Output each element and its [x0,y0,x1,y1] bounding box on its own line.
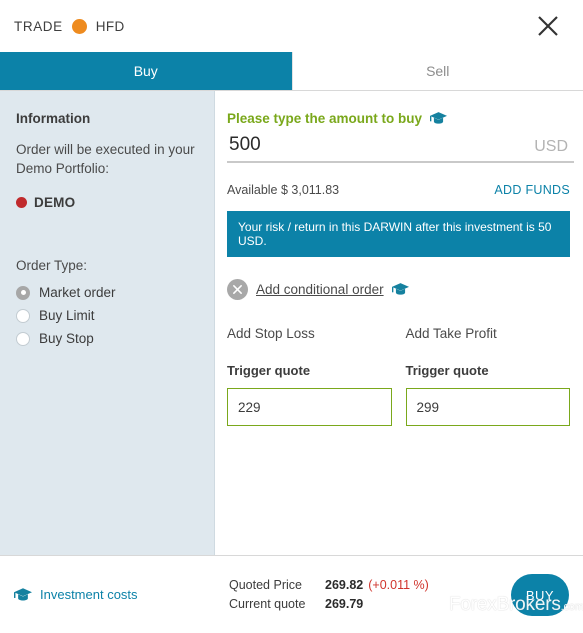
conditional-order-row: Add conditional order [227,279,574,300]
order-type-market-order[interactable]: Market order [16,285,198,300]
buy-button[interactable]: BUY [511,574,569,616]
order-type-buy-limit[interactable]: Buy Limit [16,308,198,323]
radio-unselected-icon [16,308,30,323]
header-title-group: TRADE HFD [14,18,125,34]
amount-prompt-label: Please type the amount to buy [227,111,423,126]
buy-sell-tabs: Buy Sell [0,52,583,91]
close-icon [538,16,558,36]
tab-sell-label: Sell [426,63,450,79]
add-funds-button[interactable]: ADD FUNDS [494,183,570,197]
sidebar-title: Information [16,111,91,126]
investment-costs-label: Investment costs [40,587,138,602]
quoted-price-label: Quoted Price [229,577,302,592]
radio-selected-icon [16,285,30,300]
tab-buy-label: Buy [133,63,158,79]
take-profit-title: Add Take Profit [405,326,497,341]
add-conditional-order-link[interactable]: Add conditional order [256,282,384,297]
current-quote-label: Current quote [229,596,306,611]
available-funds-text: Available $ 3,011.83 [227,183,340,197]
tab-buy[interactable]: Buy [0,52,292,90]
trade-dialog: TRADE HFD Buy Sell Information Order wil… [0,0,583,633]
asset-color-dot [71,18,87,34]
order-type-buy-stop[interactable]: Buy Stop [16,331,198,346]
information-sidebar: Information Order will be executed in yo… [0,91,215,555]
amount-prompt-row: Please type the amount to buy [227,111,574,126]
dialog-body: Information Order will be executed in yo… [0,91,583,555]
graduation-cap-icon[interactable] [430,112,448,125]
available-funds-row: Available $ 3,011.83 ADD FUNDS [227,183,574,197]
radio-unselected-icon [16,331,30,346]
current-quote-value: 269.79 [325,596,364,611]
stop-loss-trigger-quote-input[interactable] [227,388,392,426]
quoted-price-delta: (+0.011 %) [368,577,429,592]
take-profit-trigger-quote-input[interactable] [405,388,570,426]
stop-loss-title: Add Stop Loss [227,326,315,341]
investment-costs-link[interactable]: Investment costs [0,587,215,602]
take-profit-column: Add Take Profit Trigger quote [405,326,570,426]
order-form: Please type the amount to buy USD Availa… [215,91,583,555]
dialog-header: TRADE HFD [0,0,583,52]
order-type-buy-limit-label: Buy Limit [39,308,95,323]
portfolio-label: DEMO [34,195,76,210]
amount-input[interactable] [229,134,429,156]
tab-sell[interactable]: Sell [291,52,583,90]
close-button[interactable] [531,9,565,43]
dialog-footer: Investment costs Quoted Price 269.82 (+0… [0,555,583,633]
amount-currency-label: USD [534,138,568,155]
trade-label: TRADE [14,18,63,34]
order-type-market-order-label: Market order [39,285,116,300]
quoted-price-value: 269.82 [325,577,364,592]
sidebar-description: Order will be executed in your Demo Port… [16,142,195,176]
stop-loss-field-label: Trigger quote [227,363,311,378]
conditional-orders-grid: Add Stop Loss Trigger quote Add Take Pro… [227,326,574,426]
asset-name: HFD [95,18,125,34]
remove-conditional-order-button[interactable] [227,279,248,300]
stop-loss-column: Add Stop Loss Trigger quote [227,326,392,426]
graduation-cap-icon [14,587,32,600]
take-profit-field-label: Trigger quote [405,363,489,378]
portfolio-status-dot [16,197,27,208]
close-icon [233,285,242,294]
amount-input-wrapper[interactable]: USD [227,132,574,163]
order-type-label: Order Type: [16,258,88,273]
graduation-cap-icon[interactable] [391,283,409,296]
portfolio-row: DEMO [16,195,198,210]
order-type-buy-stop-label: Buy Stop [39,331,94,346]
risk-return-banner: Your risk / return in this DARWIN after … [227,211,570,257]
